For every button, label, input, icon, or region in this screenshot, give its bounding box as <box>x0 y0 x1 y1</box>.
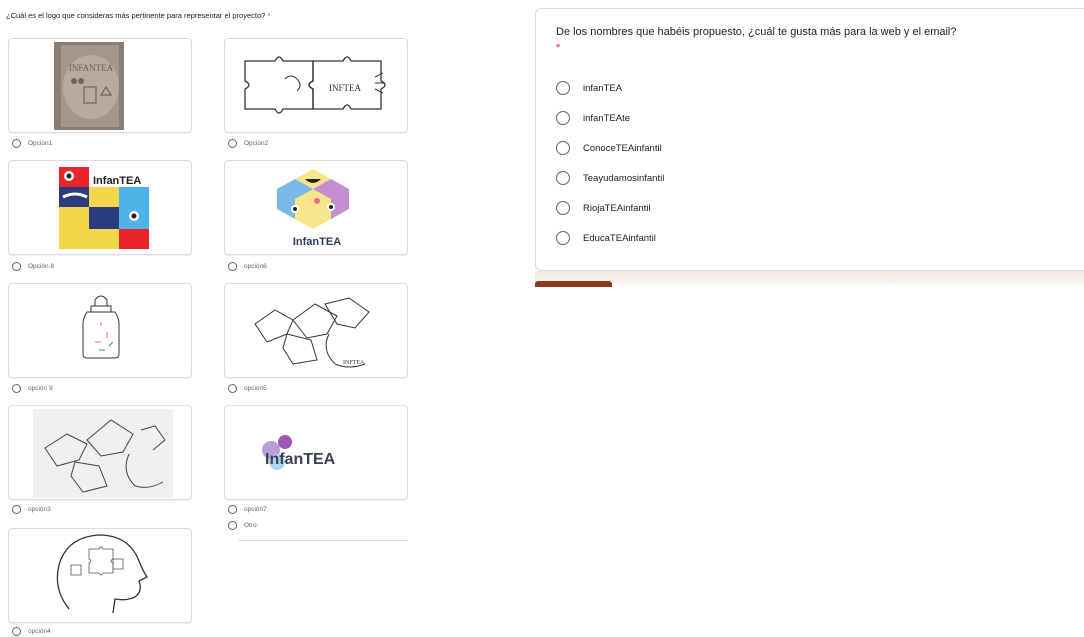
logo-grid-option8: InfanTEA <box>59 167 149 251</box>
question-1-title: ¿Cuál es el logo que consideras más pert… <box>6 11 271 20</box>
radio-button[interactable] <box>12 504 21 514</box>
name-option-4[interactable]: Teayudamosinfantil <box>556 170 664 186</box>
option-radio-9[interactable]: opción4 <box>12 625 51 637</box>
required-mark: * <box>556 42 561 54</box>
logo-hexagon-option6: InfanTEA <box>277 169 349 248</box>
radio-button[interactable] <box>228 504 237 514</box>
radio-button[interactable] <box>228 138 237 148</box>
logo-image-option9[interactable] <box>8 283 192 378</box>
option-radio-3[interactable]: Opción 8 <box>12 260 54 272</box>
option-radio-2[interactable]: Opción2 <box>228 137 268 149</box>
svg-text:InfanTEA: InfanTEA <box>293 236 341 248</box>
logo-image-option3[interactable] <box>8 405 192 500</box>
radio-button[interactable] <box>556 231 570 245</box>
question-2-title: De los nombres que habéis propuesto, ¿cu… <box>556 26 957 38</box>
option-radio-other[interactable]: Otro: <box>228 519 258 531</box>
logo-image-option2[interactable]: INFTEA <box>224 38 408 133</box>
option-radio-7[interactable]: opción3 <box>12 503 51 515</box>
radio-button[interactable] <box>12 261 21 271</box>
radio-button[interactable] <box>228 383 237 393</box>
radio-button[interactable] <box>228 261 237 271</box>
name-option-6[interactable]: EducaTEAinfantil <box>556 230 656 246</box>
logo-image-option8[interactable]: InfanTEA <box>8 160 192 255</box>
logo-text-option7: InfanTEA <box>262 435 336 470</box>
option-radio-8[interactable]: opción7 <box>228 503 267 515</box>
page-background-strip <box>535 271 1084 285</box>
svg-text:InfanTEA: InfanTEA <box>93 175 141 187</box>
radio-button[interactable] <box>12 383 21 393</box>
svg-text:INFANTEA: INFANTEA <box>69 63 114 73</box>
radio-button[interactable] <box>556 141 570 155</box>
radio-button[interactable] <box>228 520 237 530</box>
svg-text:INFTEA: INFTEA <box>329 83 361 93</box>
radio-button[interactable] <box>12 626 21 636</box>
logo-image-option1[interactable]: INFANTEA <box>8 38 192 133</box>
logo-puzzle-gray-option3 <box>33 409 173 498</box>
logo-image-option5[interactable]: INFTEA <box>224 283 408 378</box>
logo-puzzle-option2: INFTEA <box>244 56 386 114</box>
radio-button[interactable] <box>556 111 570 125</box>
other-text-input[interactable] <box>238 540 408 541</box>
svg-text:INFTEA: INFTEA <box>343 360 365 366</box>
logo-image-option6[interactable]: InfanTEA <box>224 160 408 255</box>
name-option-2[interactable]: infanTEAte <box>556 110 630 126</box>
name-option-1[interactable]: infanTEA <box>556 80 622 96</box>
logo-puzzle-head-option5: INFTEA <box>254 297 370 368</box>
option-radio-5[interactable]: opción 9 <box>12 382 53 394</box>
option-radio-1[interactable]: Opción1 <box>12 137 52 149</box>
logo-photo-option1: INFANTEA <box>54 42 124 130</box>
option-radio-6[interactable]: opción5 <box>228 382 267 394</box>
logo-image-option4[interactable] <box>8 528 192 623</box>
submit-button[interactable] <box>535 281 612 287</box>
radio-button[interactable] <box>556 81 570 95</box>
name-option-3[interactable]: ConoceTEAinfantil <box>556 140 662 156</box>
logo-image-option7[interactable]: InfanTEA <box>224 405 408 500</box>
name-option-5[interactable]: RiojaTEAinfantil <box>556 200 651 216</box>
svg-text:InfanTEA: InfanTEA <box>265 451 336 468</box>
option-radio-4[interactable]: opción6 <box>228 260 267 272</box>
radio-button[interactable] <box>556 171 570 185</box>
logo-head-option4 <box>56 534 148 614</box>
radio-button[interactable] <box>556 201 570 215</box>
radio-button[interactable] <box>12 138 21 148</box>
logo-bottle-option9 <box>82 295 120 359</box>
